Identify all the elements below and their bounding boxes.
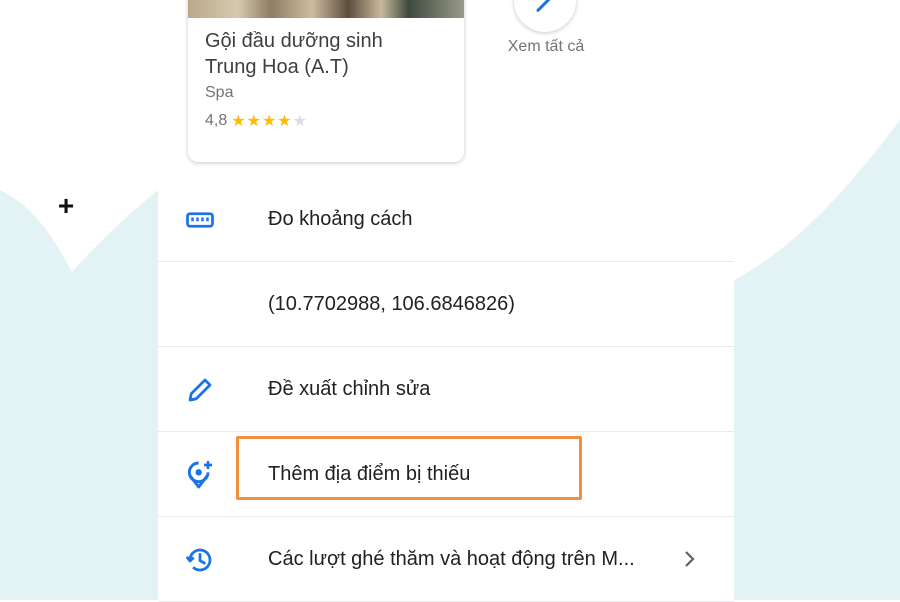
arrow-icon — [536, 0, 551, 12]
place-category: Spa — [205, 84, 234, 101]
add-place-icon — [182, 457, 218, 493]
context-menu: Đo khoảng cách (10.7702988, 106.6846826)… — [158, 177, 734, 602]
menu-item-measure-distance[interactable]: Đo khoảng cách — [158, 177, 734, 262]
view-all-label[interactable]: Xem tất cả — [494, 38, 598, 56]
rating-value: 4,8 — [205, 112, 228, 129]
menu-item-visits-activity[interactable]: Các lượt ghé thăm và hoạt động trên M... — [158, 517, 734, 602]
menu-item-label: Các lượt ghé thăm và hoạt động trên M... — [268, 547, 635, 570]
star-icon: ★ — [231, 113, 246, 130]
place-name-line1: Gội đầu dưỡng sinh — [205, 30, 383, 52]
crosshair-cursor-icon: + — [57, 190, 75, 221]
place-photo — [188, 0, 464, 18]
history-icon — [182, 542, 218, 578]
star-icon: ★ — [261, 113, 277, 130]
coordinates-label: (10.7702988, 106.6846826) — [268, 292, 515, 315]
place-card[interactable]: Gội đầu dưỡng sinh Trung Hoa (A.T) Spa 4… — [188, 0, 464, 162]
star-empty-icon: ★ — [292, 113, 307, 130]
highlight-annotation-box — [236, 436, 582, 500]
place-name: Gội đầu dưỡng sinh Trung Hoa (A.T) — [205, 28, 455, 80]
pencil-icon — [182, 372, 218, 408]
menu-item-suggest-edit[interactable]: Đề xuất chỉnh sửa — [158, 347, 734, 432]
menu-item-coordinates[interactable]: (10.7702988, 106.6846826) — [158, 262, 734, 347]
place-rating: 4,8 ★ ★ ★ ★ ★ — [205, 111, 307, 131]
chevron-right-icon — [680, 547, 700, 571]
menu-item-label: Đề xuất chỉnh sửa — [268, 377, 431, 400]
rating-stars: ★ ★ ★ ★ ★ — [231, 111, 307, 131]
star-icon: ★ — [277, 113, 292, 130]
ruler-icon — [182, 202, 218, 238]
place-name-line2: Trung Hoa (A.T) — [205, 56, 349, 78]
star-icon: ★ — [246, 113, 261, 130]
menu-item-label: Đo khoảng cách — [268, 207, 413, 230]
